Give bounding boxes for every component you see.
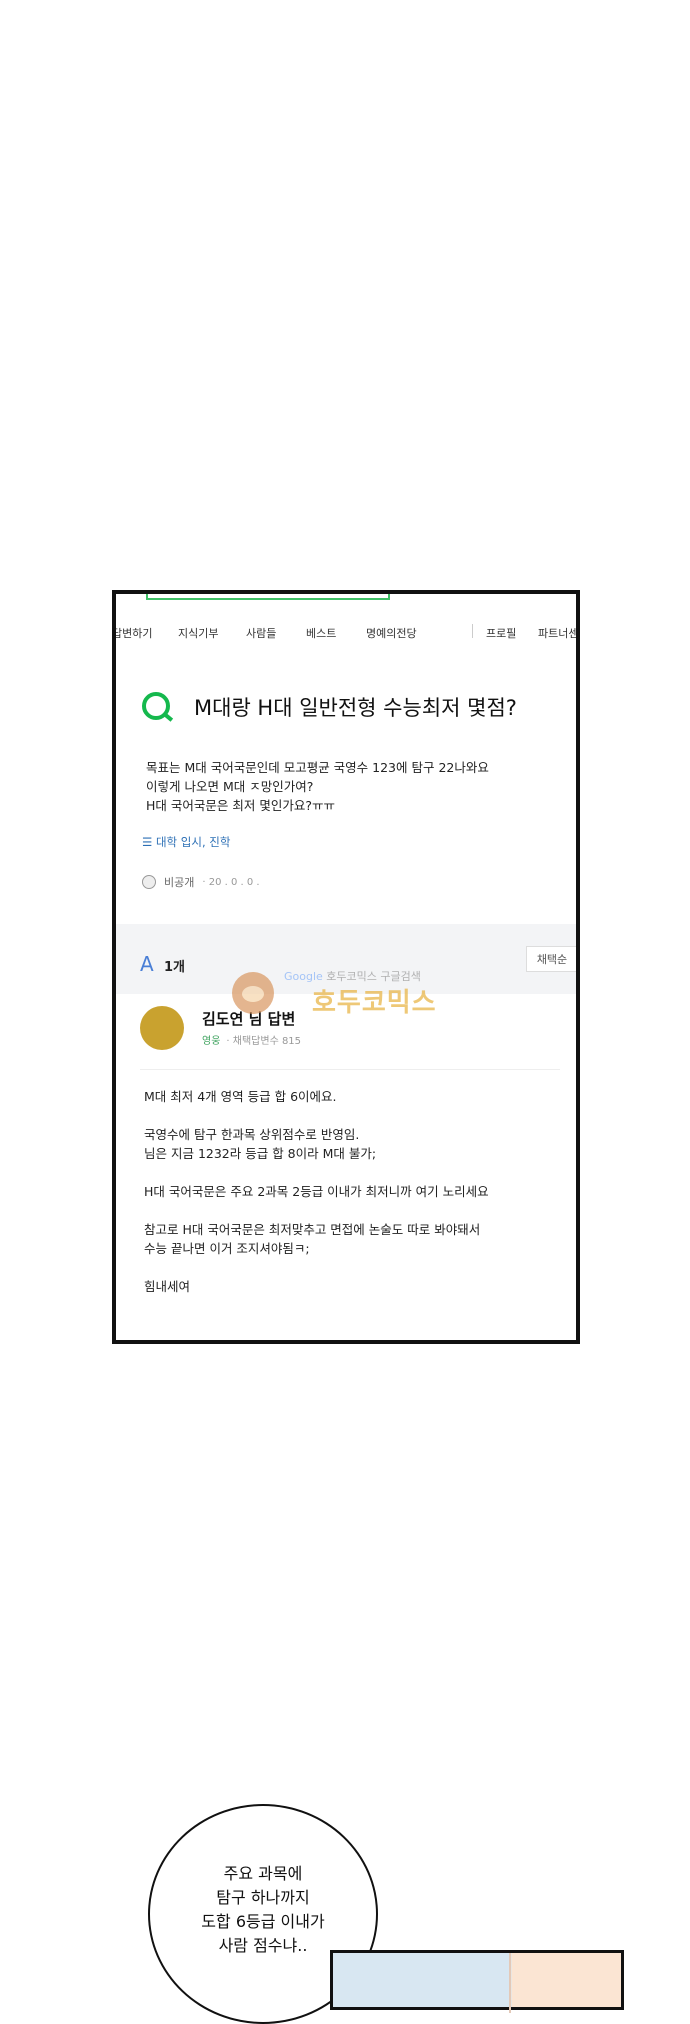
answer-line xyxy=(144,1201,489,1220)
phone-screen-panel: 답변하기 지식기부 사람들 베스트 명예의전당 프로필 파트너센 M대랑 H대 … xyxy=(112,590,580,1344)
nav-item-profile[interactable]: 프로필 xyxy=(486,625,516,641)
nav-item-answer[interactable]: 답변하기 xyxy=(116,625,152,641)
mascot-logo-icon xyxy=(232,972,274,1014)
answer-line: 힘내세여 xyxy=(144,1279,191,1294)
nav-item-hall-of-fame[interactable]: 명예의전당 xyxy=(366,625,417,641)
answer-line: 님은 지금 1232라 등급 합 8이라 M대 불가; xyxy=(144,1146,377,1161)
question-line: H대 국어국문은 최저 몇인가요?ㅠㅠ xyxy=(146,798,335,813)
watermark-brand: 호두코믹스 xyxy=(312,988,437,1018)
nav-item-people[interactable]: 사람들 xyxy=(246,625,276,641)
sort-button[interactable]: 채택순 xyxy=(526,946,576,972)
answer-count: 1개 xyxy=(164,960,186,975)
nav-item-partner-center[interactable]: 파트너센 xyxy=(538,625,576,641)
answer-line xyxy=(144,1258,489,1277)
answerer-avatar[interactable] xyxy=(140,1006,184,1050)
answer-divider xyxy=(140,1069,560,1070)
answer-icon: A xyxy=(140,952,154,976)
author-name: 비공개 xyxy=(164,876,195,889)
bubble-line: 도합 6등급 이내가 xyxy=(201,1912,325,1931)
answer-line xyxy=(144,1106,489,1125)
next-comic-panel xyxy=(330,1950,624,2013)
answerer-adopted-count: · 채택답변수 815 xyxy=(226,1036,302,1047)
bubble-line: 주요 과목에 xyxy=(223,1864,303,1883)
question-category-link[interactable]: ☰ 대학 입시, 진학 xyxy=(142,834,230,850)
question-body: 목표는 M대 국어국문인데 모고평균 국영수 123에 탐구 22나와요 이렇게… xyxy=(146,758,489,815)
watermark: Google 호두코믹스 구글검색 호두코믹스 xyxy=(226,966,526,1036)
bubble-line: 탐구 하나까지 xyxy=(216,1888,310,1907)
nav-item-best[interactable]: 베스트 xyxy=(306,625,336,641)
answer-line: 참고로 H대 국어국문은 최저맞추고 면접에 논술도 따로 봐야돼서 xyxy=(144,1222,481,1237)
answer-line xyxy=(144,1163,489,1182)
question-title: M대랑 H대 일반전형 수능최저 몇점? xyxy=(194,696,517,720)
question-date: · 20 . 0 . 0 . xyxy=(202,876,260,888)
answer-line: H대 국어국문은 주요 2과목 2등급 이내가 최저니까 여기 노리세요 xyxy=(144,1184,489,1199)
question-author: 비공개 · 20 . 0 . 0 . xyxy=(142,874,260,890)
answer-line: 국영수에 탐구 한과목 상위점수로 반영임. xyxy=(144,1127,360,1142)
question-line: 목표는 M대 국어국문인데 모고평균 국영수 123에 탐구 22나와요 xyxy=(146,760,489,775)
nav-divider xyxy=(472,624,473,638)
anonymous-avatar-icon xyxy=(142,875,156,889)
nav-item-knowledge-donation[interactable]: 지식기부 xyxy=(178,625,218,641)
speech-bubble-text: 주요 과목에 탐구 하나까지 도합 6등급 이내가 사람 점수냐.. xyxy=(148,1862,378,1958)
answer-line: 수능 끝나면 이거 조지셔야됨ㅋ; xyxy=(144,1241,310,1256)
search-bar-edge xyxy=(146,594,390,600)
top-nav: 답변하기 지식기부 사람들 베스트 명예의전당 프로필 파트너센 xyxy=(116,612,576,653)
question-icon xyxy=(142,692,170,720)
question-line: 이렇게 나오면 M대 ㅈ망인가여? xyxy=(146,779,314,794)
answerer-grade: 영웅 xyxy=(202,1036,221,1047)
answer-body: M대 최저 4개 영역 등급 합 6이에요. 국영수에 탐구 한과목 상위점수로… xyxy=(144,1087,489,1296)
answer-line: M대 최저 4개 영역 등급 합 6이에요. xyxy=(144,1089,337,1104)
